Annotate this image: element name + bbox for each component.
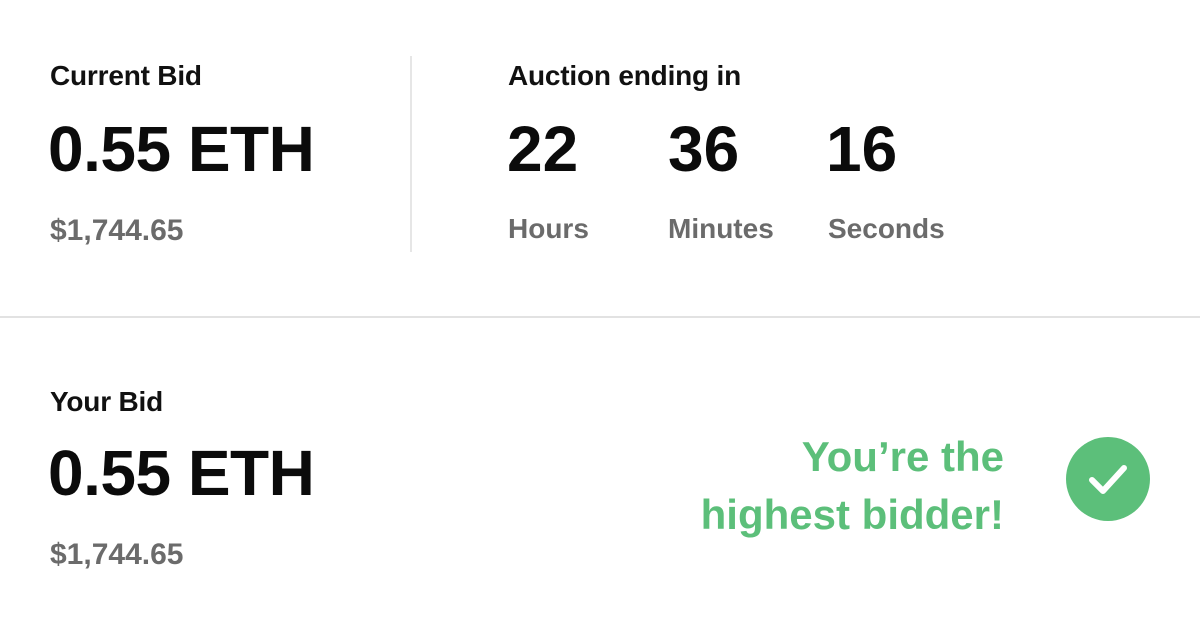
your-bid-usd: $1,744.65 [50, 538, 184, 571]
section-divider [0, 316, 1200, 318]
your-bid-label: Your Bid [50, 386, 163, 417]
hours-value: 22 [507, 113, 579, 185]
current-bid-amount: 0.55 ETH [48, 113, 315, 185]
column-divider [410, 56, 412, 252]
seconds-value: 16 [826, 113, 898, 185]
current-bid-usd: $1,744.65 [50, 214, 184, 247]
auction-ending-label: Auction ending in [508, 60, 742, 91]
seconds-label: Seconds [828, 213, 945, 244]
highest-bidder-line-1: You’re the [801, 433, 1004, 480]
hours-label: Hours [508, 213, 589, 244]
minutes-label: Minutes [668, 213, 774, 244]
checkmark-icon [1089, 465, 1127, 494]
checkmark-circle-icon [1066, 437, 1150, 521]
highest-bidder-line-2: highest bidder! [700, 491, 1004, 538]
bid-summary-section: Current Bid 0.55 ETH $1,744.65 Auction e… [0, 0, 1200, 316]
your-bid-amount: 0.55 ETH [48, 437, 315, 509]
current-bid-label: Current Bid [50, 60, 202, 91]
highest-bidder-message: You’re the highest bidder! [701, 428, 1004, 544]
minutes-value: 36 [668, 113, 740, 185]
